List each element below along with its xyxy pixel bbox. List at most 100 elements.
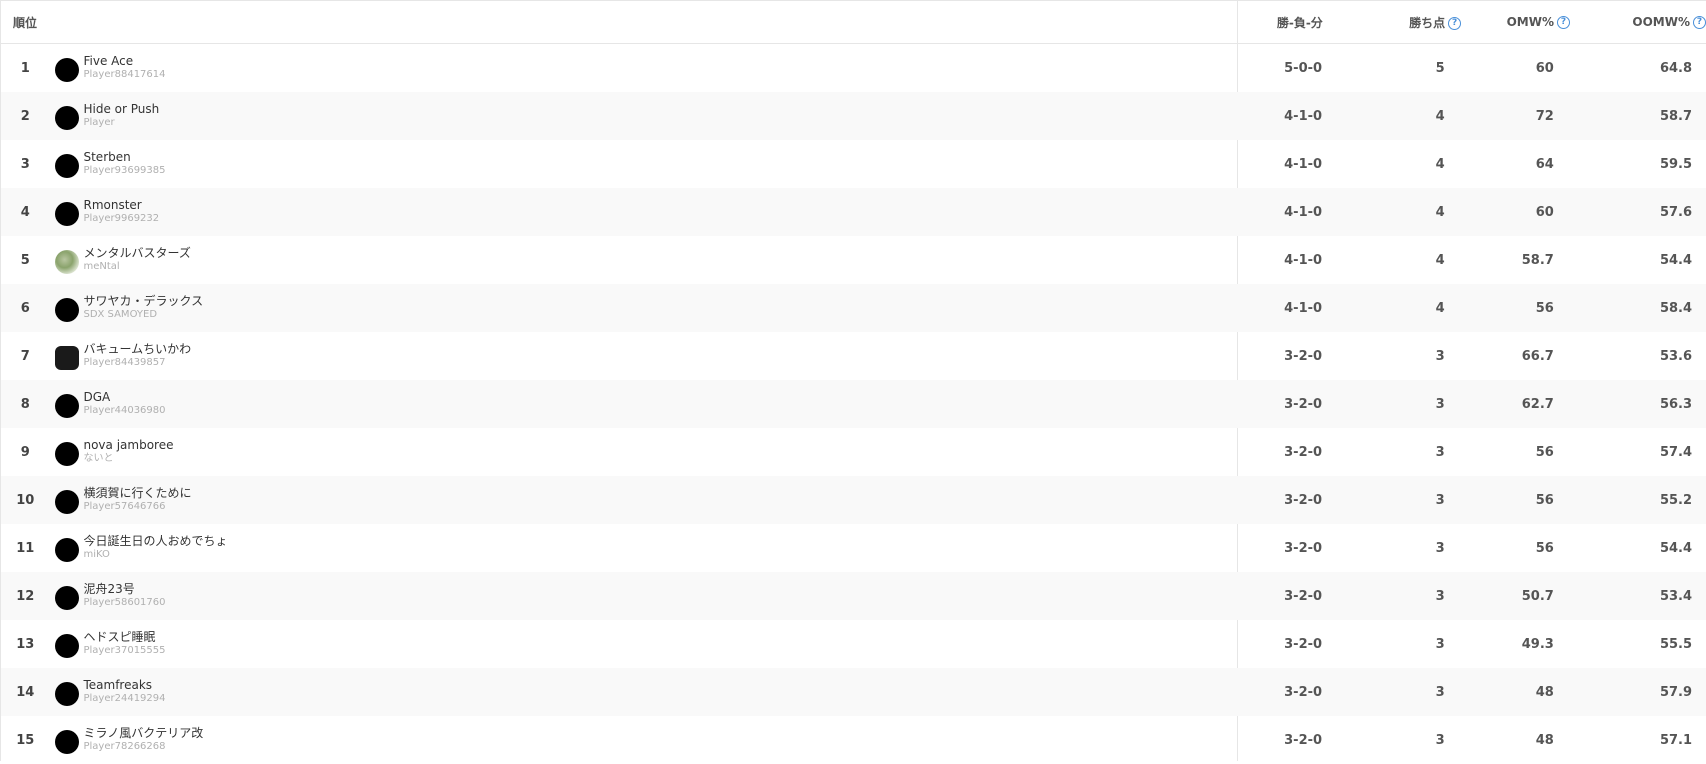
player-cell: 泥舟23号 Player58601760 <box>49 582 1199 610</box>
oomw-cell: 55.2 <box>1659 492 1693 508</box>
rank-cell: 2 <box>20 108 30 124</box>
wld-cell: 4-1-0 <box>1284 252 1323 268</box>
avatar <box>55 394 80 418</box>
points-cell: 3 <box>1435 396 1445 412</box>
player-id: Player44036980 <box>83 405 166 416</box>
table-row[interactable]: 9 nova jamboree ないと 3-2-0 3 56 57.4 <box>1 428 1706 476</box>
player-id: miKO <box>83 549 110 560</box>
help-icon[interactable]: ? <box>1556 16 1570 29</box>
rank-cell: 13 <box>16 636 35 652</box>
player-name: Sterben <box>83 150 131 164</box>
avatar <box>55 586 80 610</box>
player-info: ミラノ風バクテリア改 Player78266268 <box>83 727 203 753</box>
player-cell: Hide or Push Player <box>49 102 1199 130</box>
omw-cell: 56 <box>1535 540 1554 556</box>
player-id: Player58601760 <box>83 597 166 608</box>
player-cell: Sterben Player93699385 <box>49 150 1199 178</box>
omw-cell: 48 <box>1535 732 1554 748</box>
player-name: Hide or Push <box>83 102 160 116</box>
player-name: DGA <box>83 390 111 404</box>
player-info: 今日誕生日の人おめでちょ miKO <box>83 535 227 561</box>
player-cell: サワヤカ・デラックス SDX SAMOYED <box>49 294 1199 322</box>
table-row[interactable]: 14 Teamfreaks Player24419294 3-2-0 3 48 … <box>1 668 1706 716</box>
rank-cell: 15 <box>16 732 35 748</box>
table-row[interactable]: 5 メンタルバスターズ meNtal 4-1-0 4 58.7 54.4 <box>1 236 1706 284</box>
table-row[interactable]: 2 Hide or Push Player 4-1-0 4 72 58.7 <box>1 92 1706 140</box>
player-name: バキュームちいかわ <box>83 342 192 356</box>
avatar <box>55 106 80 130</box>
avatar <box>55 730 80 754</box>
player-cell: nova jamboree ないと <box>49 438 1199 466</box>
table-row[interactable]: 3 Sterben Player93699385 4-1-0 4 64 59.5 <box>1 140 1706 188</box>
omw-cell: 72 <box>1535 108 1554 124</box>
omw-cell: 60 <box>1535 60 1554 76</box>
omw-cell: 62.7 <box>1521 396 1554 412</box>
table-body: 1 Five Ace Player88417614 5-0-0 5 60 64.… <box>1 44 1706 764</box>
table-row[interactable]: 8 DGA Player44036980 3-2-0 3 62.7 56.3 <box>1 380 1706 428</box>
avatar <box>55 58 80 82</box>
player-name: 泥舟23号 <box>83 582 135 596</box>
player-name: nova jamboree <box>83 438 174 452</box>
player-id: SDX SAMOYED <box>83 309 158 320</box>
points-cell: 3 <box>1435 732 1445 748</box>
player-name: サワヤカ・デラックス <box>83 294 204 308</box>
oomw-cell: 54.4 <box>1659 252 1693 268</box>
points-cell: 5 <box>1435 60 1445 76</box>
player-info: バキュームちいかわ Player84439857 <box>83 343 191 369</box>
points-cell: 3 <box>1435 348 1445 364</box>
rank-cell: 12 <box>16 588 35 604</box>
wld-cell: 4-1-0 <box>1284 204 1323 220</box>
player-name: ミラノ風バクテリア改 <box>83 726 204 740</box>
wld-cell: 4-1-0 <box>1284 156 1323 172</box>
player-name: Five Ace <box>83 54 134 68</box>
player-info: Teamfreaks Player24419294 <box>83 679 165 705</box>
avatar <box>55 682 80 706</box>
points-cell: 3 <box>1435 636 1445 652</box>
player-id: Player24419294 <box>83 693 166 704</box>
omw-cell: 48 <box>1535 684 1554 700</box>
table-row[interactable]: 11 今日誕生日の人おめでちょ miKO 3-2-0 3 56 54.4 <box>1 524 1706 572</box>
wld-cell: 3-2-0 <box>1284 588 1323 604</box>
player-cell: 横須賀に行くために Player57646766 <box>49 486 1199 514</box>
player-id: Player84439857 <box>83 357 166 368</box>
standings-table: 順位 勝-負-分 勝ち点? OMW%? OOMW%? 1 Five Ace Pl… <box>0 0 1706 761</box>
table-row[interactable]: 7 バキュームちいかわ Player84439857 3-2-0 3 66.7 … <box>1 332 1706 380</box>
wld-cell: 3-2-0 <box>1284 684 1323 700</box>
table-row[interactable]: 1 Five Ace Player88417614 5-0-0 5 60 64.… <box>1 44 1706 92</box>
points-cell: 3 <box>1435 492 1445 508</box>
player-id: Player88417614 <box>83 69 166 80</box>
player-name: Rmonster <box>83 198 142 212</box>
player-name: ヘドスピ睡眠 <box>83 630 156 644</box>
rank-cell: 14 <box>16 684 35 700</box>
points-cell: 4 <box>1435 252 1445 268</box>
omw-cell: 56 <box>1535 300 1554 316</box>
points-cell: 4 <box>1435 300 1445 316</box>
wld-cell: 3-2-0 <box>1284 636 1323 652</box>
header-oomw-label: OOMW% <box>1632 15 1690 29</box>
table-row[interactable]: 12 泥舟23号 Player58601760 3-2-0 3 50.7 53.… <box>1 572 1706 620</box>
table-row[interactable]: 6 サワヤカ・デラックス SDX SAMOYED 4-1-0 4 56 58.4 <box>1 284 1706 332</box>
player-id: Player <box>83 117 115 128</box>
player-cell: メンタルバスターズ meNtal <box>49 246 1199 274</box>
player-info: DGA Player44036980 <box>83 391 165 417</box>
help-icon[interactable]: ? <box>1448 16 1462 30</box>
wld-cell: 4-1-0 <box>1284 108 1323 124</box>
player-info: ヘドスピ睡眠 Player37015555 <box>83 631 165 657</box>
wld-cell: 3-2-0 <box>1284 396 1323 412</box>
omw-cell: 49.3 <box>1521 636 1554 652</box>
table-row[interactable]: 10 横須賀に行くために Player57646766 3-2-0 3 56 5… <box>1 476 1706 524</box>
points-cell: 4 <box>1435 108 1445 124</box>
table-row[interactable]: 13 ヘドスピ睡眠 Player37015555 3-2-0 3 49.3 55… <box>1 620 1706 668</box>
table-row[interactable]: 15 ミラノ風バクテリア改 Player78266268 3-2-0 3 48 … <box>1 716 1706 764</box>
omw-cell: 66.7 <box>1521 348 1554 364</box>
wld-cell: 5-0-0 <box>1284 60 1323 76</box>
player-cell: ヘドスピ睡眠 Player37015555 <box>49 630 1199 658</box>
help-icon[interactable]: ? <box>1693 16 1706 29</box>
header-oomw: OOMW%? <box>1570 15 1706 29</box>
rank-cell: 10 <box>16 492 35 508</box>
rank-cell: 7 <box>20 348 30 364</box>
table-row[interactable]: 4 Rmonster Player9969232 4-1-0 4 60 57.6 <box>1 188 1706 236</box>
header-omw: OMW%? <box>1461 15 1570 29</box>
header-points: 勝ち点? <box>1337 14 1462 31</box>
oomw-cell: 57.4 <box>1659 444 1693 460</box>
